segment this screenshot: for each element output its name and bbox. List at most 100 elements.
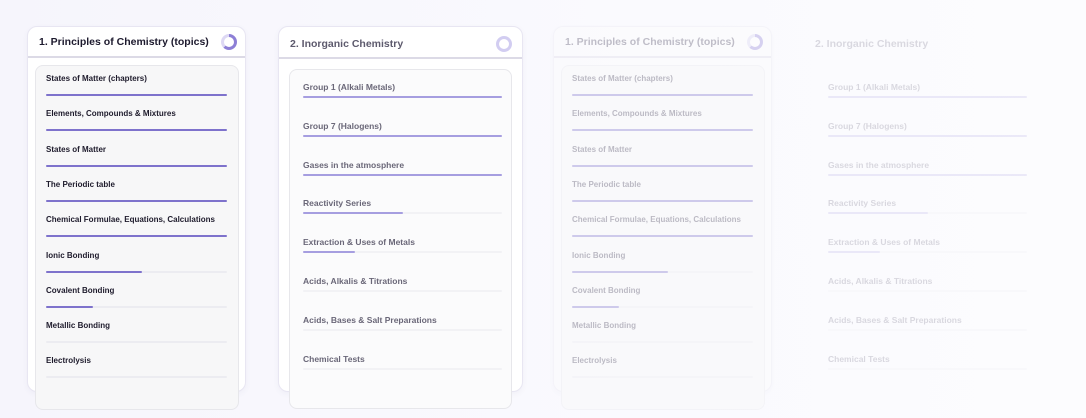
chapter-progress-bar [46, 376, 227, 379]
chapter-progress-bar [46, 235, 227, 238]
chapter-label: Reactivity Series [303, 198, 372, 209]
card-header: 1. Principles of Chemistry (topics) [554, 27, 771, 58]
chapter-progress-fill [303, 251, 355, 254]
chapter-list: States of Matter (chapters) Elements, Com… [561, 65, 765, 410]
chapter-label: Ionic Bonding [46, 250, 100, 260]
chapter-progress-fill [572, 235, 753, 238]
chapter-progress-fill [303, 96, 502, 98]
chapter-progress-fill [828, 134, 1027, 137]
chapter-progress-bar [828, 96, 1027, 98]
topic-card-inorganic-ghost: 2. Inorganic Chemistry Group 1 (Alkali M… [803, 26, 1048, 392]
chapter-progress-fill [572, 129, 753, 132]
chapter-progress-bar [303, 328, 502, 331]
chapter-progress-bar [828, 367, 1027, 370]
topic-card-inorganic[interactable]: 2. Inorganic Chemistry Group 1 (Alkali M… [278, 26, 523, 409]
card-header[interactable]: 1. Principles of Chemistry (topics) [28, 27, 245, 58]
chapter-progress-fill [828, 212, 928, 215]
chapter-progress-bar [572, 341, 753, 344]
chapter-label: Chemical Formulae, Equations, Calculatio… [572, 215, 741, 225]
chapter-progress-bar [46, 341, 227, 344]
topic-card-principles-ghost: 1. Principles of Chemistry (topics) Stat… [553, 26, 772, 410]
chapter-progress-fill [46, 94, 227, 96]
chapter-progress-fill [303, 134, 502, 137]
card-header: 2. Inorganic Chemistry [804, 27, 1047, 59]
chapter-label: States of Matter [46, 144, 107, 154]
chapter-label: Gases in the atmosphere [828, 159, 930, 170]
chapter-list: Group 1 (Alkali Metals) Group 7 (Halogens… [289, 69, 512, 409]
chapter-progress-bar [572, 129, 753, 132]
card-title: 2. Inorganic Chemistry [815, 38, 929, 50]
chapter-progress-bar [46, 270, 227, 273]
chapter-label: Group 7 (Halogens) [303, 120, 382, 131]
chapter-progress-bar [303, 251, 502, 254]
chapter-progress-fill [46, 129, 227, 132]
chapter-label: Chemical Formulae, Equations, Calculatio… [46, 215, 215, 225]
progress-ring-icon [496, 36, 512, 52]
chapter-label: Gases in the atmosphere [303, 159, 405, 170]
chapter-label: Ionic Bonding [572, 250, 626, 260]
chapter-progress-bar [303, 367, 502, 370]
chapter-label: Extraction & Uses of Metals [828, 237, 940, 248]
chapter-progress-bar [572, 199, 753, 202]
chapter-label: Chemical Tests [303, 353, 365, 364]
chapter-label: Electrolysis [572, 356, 617, 366]
chapter-progress-bar [46, 164, 227, 167]
chapter-label: The Periodic table [46, 179, 115, 189]
chapter-label: The Periodic table [572, 179, 641, 189]
chapter-label: Reactivity Series [828, 198, 897, 209]
chapter-progress-bar [303, 96, 502, 98]
chapter-progress-fill [46, 305, 94, 308]
chapter-label: Metallic Bonding [46, 321, 110, 331]
chapter-label: Group 1 (Alkali Metals) [828, 82, 921, 92]
progress-ring-icon [221, 34, 237, 50]
card-title: 1. Principles of Chemistry (topics) [39, 36, 209, 48]
topic-card-principles[interactable]: 1. Principles of Chemistry (topics) Stat… [27, 26, 246, 410]
chapter-label: Electrolysis [46, 356, 91, 366]
chapter-progress-bar [572, 235, 753, 238]
chapter-label: Covalent Bonding [46, 285, 115, 295]
chapter-progress-bar [46, 94, 227, 96]
chapter-progress-bar [46, 305, 227, 308]
chapter-progress-fill [828, 251, 880, 254]
card-header[interactable]: 2. Inorganic Chemistry [279, 27, 522, 59]
progress-ring-icon [747, 34, 763, 50]
chapter-progress-fill [303, 173, 502, 176]
chapter-progress-fill [46, 270, 142, 273]
chapter-label: States of Matter (chapters) [46, 74, 147, 83]
chapter-progress-bar [828, 173, 1027, 176]
chapter-list: States of Matter (chapters) Elements, Com… [35, 65, 239, 410]
chapter-progress-fill [572, 270, 668, 273]
chapter-progress-bar [572, 270, 753, 273]
chapter-progress-bar [828, 134, 1027, 137]
chapter-progress-bar [828, 212, 1027, 215]
chapter-progress-bar [572, 305, 753, 308]
chapter-progress-bar [46, 199, 227, 202]
chapter-progress-bar [46, 129, 227, 132]
chapter-progress-fill [828, 173, 1027, 176]
chapter-label: Covalent Bonding [572, 285, 641, 295]
card-title: 2. Inorganic Chemistry [290, 38, 404, 50]
chapter-progress-bar [303, 290, 502, 292]
chapter-label: Acids, Bases & Salt Preparations [303, 314, 437, 325]
chapter-progress-bar [572, 164, 753, 167]
chapter-progress-fill [46, 235, 227, 238]
chapter-label: Elements, Compounds & Mixtures [572, 109, 702, 119]
chapter-list: Group 1 (Alkali Metals) Group 7 (Halogens… [814, 69, 1037, 409]
chapter-progress-fill [46, 199, 227, 202]
chapter-progress-bar [303, 134, 502, 137]
chapter-label: Chemical Tests [828, 353, 890, 364]
chapter-progress-fill [572, 94, 753, 96]
chapter-progress-bar [572, 94, 753, 96]
chapter-label: Group 7 (Halogens) [828, 120, 907, 131]
chapter-label: States of Matter (chapters) [572, 74, 673, 83]
chapter-progress-bar [572, 376, 753, 379]
chapter-progress-bar [828, 290, 1027, 292]
chapter-progress-bar [828, 328, 1027, 331]
chapter-progress-fill [828, 96, 1027, 98]
chapter-progress-bar [303, 212, 502, 215]
chapter-label: Elements, Compounds & Mixtures [46, 109, 176, 119]
chapter-progress-bar [828, 251, 1027, 254]
chapter-progress-fill [303, 212, 403, 215]
chapter-label: Acids, Alkalis & Titrations [828, 276, 933, 286]
chapter-label: Acids, Alkalis & Titrations [303, 276, 408, 286]
